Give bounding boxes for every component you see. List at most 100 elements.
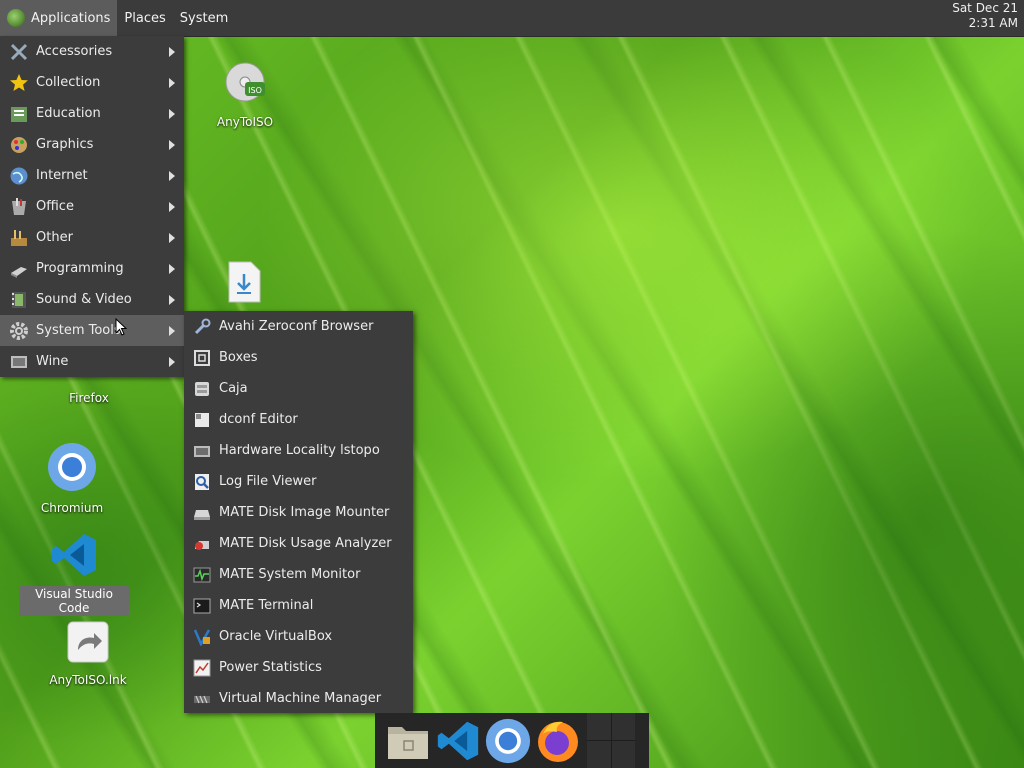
desktop-icon-vscode[interactable]: Visual Studio Code <box>19 532 129 616</box>
desktop-icon-label: AnyToISO <box>216 115 274 129</box>
submenu-arrow-icon <box>169 47 175 57</box>
log-viewer-icon <box>192 472 212 492</box>
power-stats-icon <box>192 658 212 678</box>
submenu-item-mate-disk-image-mounter[interactable]: MATE Disk Image Mounter <box>184 497 413 528</box>
menu-item-programming[interactable]: Programming <box>0 253 184 284</box>
submenu-item-caja[interactable]: Caja <box>184 373 413 404</box>
submenu-item-mate-disk-usage-analyzer[interactable]: MATE Disk Usage Analyzer <box>184 528 413 559</box>
workspace-2[interactable] <box>611 713 635 740</box>
menu-item-collection[interactable]: Collection <box>0 67 184 98</box>
desktop-icon-download-file[interactable] <box>189 260 299 312</box>
menu-item-label: Sound & Video <box>36 292 132 307</box>
submenu-arrow-icon <box>169 295 175 305</box>
workspace-1[interactable] <box>587 713 611 740</box>
workspace-switcher[interactable] <box>587 713 635 768</box>
submenu-item-label: Virtual Machine Manager <box>219 691 382 706</box>
menu-item-label: Graphics <box>36 137 94 152</box>
menu-item-system-tools[interactable]: System Tools <box>0 315 184 346</box>
menu-item-label: Accessories <box>36 44 113 59</box>
menu-item-graphics[interactable]: Graphics <box>0 129 184 160</box>
submenu-item-mate-terminal[interactable]: MATE Terminal <box>184 590 413 621</box>
disk-mounter-icon <box>192 503 212 523</box>
submenu-item-label: Hardware Locality lstopo <box>219 443 380 458</box>
vm-manager-icon <box>192 689 212 709</box>
dock <box>375 713 649 768</box>
other-icon <box>8 227 30 249</box>
menu-item-internet[interactable]: Internet <box>0 160 184 191</box>
submenu-item-log-file-viewer[interactable]: Log File Viewer <box>184 466 413 497</box>
menu-item-label: Office <box>36 199 74 214</box>
menu-item-office[interactable]: Office <box>0 191 184 222</box>
hardware-icon <box>192 441 212 461</box>
film-icon <box>8 289 30 311</box>
menu-item-label: Programming <box>36 261 124 276</box>
submenu-arrow-icon <box>169 109 175 119</box>
workspace-4[interactable] <box>611 741 635 768</box>
dock-chromium-icon[interactable] <box>485 718 531 764</box>
submenu-item-power-statistics[interactable]: Power Statistics <box>184 652 413 683</box>
desktop-icon-anytoiso[interactable]: ISO AnyToISO <box>190 60 300 130</box>
submenu-arrow-icon <box>169 357 175 367</box>
submenu-item-label: dconf Editor <box>219 412 298 427</box>
programming-icon <box>8 258 30 280</box>
system-tools-submenu: Avahi Zeroconf Browser Boxes Caja dconf … <box>184 311 413 713</box>
clock[interactable]: Sat Dec 21 2:31 AM <box>952 1 1018 31</box>
system-monitor-icon <box>192 565 212 585</box>
menu-item-label: Other <box>36 230 73 245</box>
menu-item-sound-video[interactable]: Sound & Video <box>0 284 184 315</box>
applications-menu-button[interactable]: Applications <box>0 0 118 36</box>
submenu-item-dconf-editor[interactable]: dconf Editor <box>184 404 413 435</box>
svg-text:ISO: ISO <box>248 86 262 95</box>
desktop-icon-label: Visual Studio Code <box>19 586 129 616</box>
desktop-icon-label: AnyToISO.lnk <box>49 673 127 687</box>
gear-icon <box>8 320 30 342</box>
applications-label: Applications <box>31 10 111 26</box>
submenu-item-hardware-locality-lstopo[interactable]: Hardware Locality lstopo <box>184 435 413 466</box>
download-file-icon <box>189 260 299 308</box>
graphics-icon <box>8 134 30 156</box>
workspace-3[interactable] <box>587 741 611 768</box>
submenu-item-avahi-zeroconf-browser[interactable]: Avahi Zeroconf Browser <box>184 311 413 342</box>
submenu-item-label: Caja <box>219 381 248 396</box>
submenu-item-virtual-machine-manager[interactable]: Virtual Machine Manager <box>184 683 413 714</box>
submenu-item-boxes[interactable]: Boxes <box>184 342 413 373</box>
submenu-item-label: MATE Terminal <box>219 598 314 613</box>
submenu-arrow-icon <box>169 171 175 181</box>
submenu-arrow-icon <box>169 233 175 243</box>
menu-item-wine[interactable]: Wine <box>0 346 184 377</box>
menu-item-label: Wine <box>36 354 69 369</box>
disc-iso-icon: ISO <box>190 60 300 110</box>
submenu-arrow-icon <box>169 202 175 212</box>
menu-item-other[interactable]: Other <box>0 222 184 253</box>
boxes-icon <box>192 348 212 368</box>
virtualbox-icon <box>192 627 212 647</box>
education-icon <box>8 103 30 125</box>
menu-item-accessories[interactable]: Accessories <box>0 36 184 67</box>
accessories-icon <box>8 41 30 63</box>
top-panel: Applications Places System Sat Dec 21 2:… <box>0 0 1024 37</box>
menu-item-label: Collection <box>36 75 101 90</box>
clock-date: Sat Dec 21 <box>952 1 1018 15</box>
desktop-icon-chromium[interactable]: Chromium <box>17 442 127 516</box>
menu-item-education[interactable]: Education <box>0 98 184 129</box>
places-menu-button[interactable]: Places <box>117 0 172 36</box>
file-manager-icon <box>192 379 212 399</box>
submenu-item-label: Log File Viewer <box>219 474 317 489</box>
submenu-item-oracle-virtualbox[interactable]: Oracle VirtualBox <box>184 621 413 652</box>
submenu-item-mate-system-monitor[interactable]: MATE System Monitor <box>184 559 413 590</box>
menu-item-label: Education <box>36 106 101 121</box>
submenu-arrow-icon <box>169 326 175 336</box>
submenu-item-label: Power Statistics <box>219 660 322 675</box>
dock-firefox-icon[interactable] <box>535 718 581 764</box>
dock-file-manager-icon[interactable] <box>385 718 431 764</box>
system-menu-button[interactable]: System <box>173 0 235 36</box>
submenu-arrow-icon <box>169 78 175 88</box>
disk-usage-icon <box>192 534 212 554</box>
submenu-arrow-icon <box>169 140 175 150</box>
desktop-icon-label: Firefox <box>69 391 109 405</box>
office-icon <box>8 196 30 218</box>
star-icon <box>8 72 30 94</box>
terminal-icon <box>192 596 212 616</box>
dock-vscode-icon[interactable] <box>435 718 481 764</box>
desktop-icon-anytoiso-lnk[interactable]: AnyToISO.lnk <box>33 620 143 688</box>
